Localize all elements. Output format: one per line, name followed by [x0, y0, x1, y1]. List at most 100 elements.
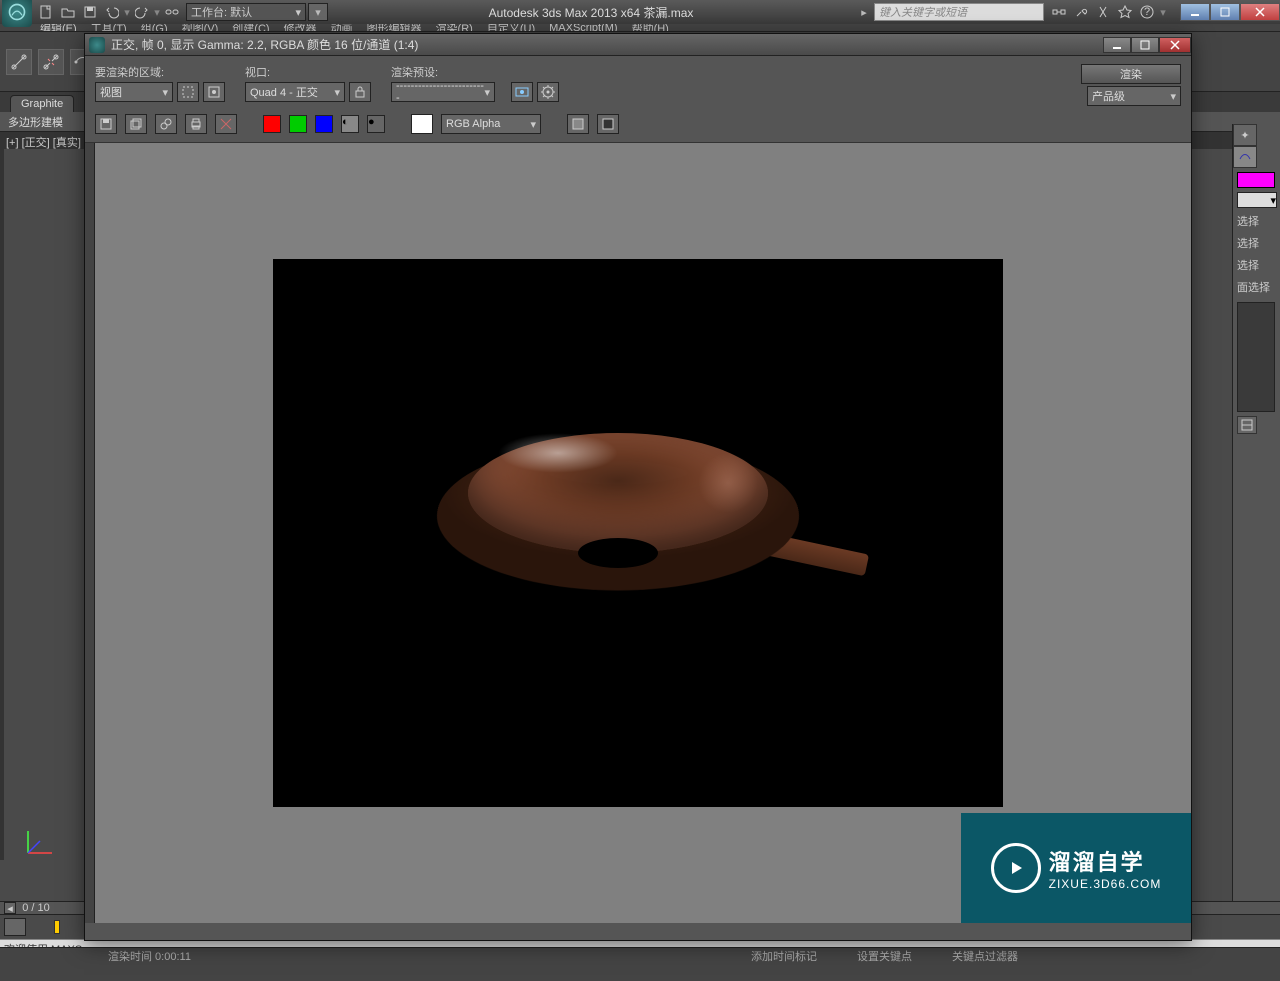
- render-area-value: 视图: [100, 84, 122, 100]
- menu-item[interactable]: 动画: [331, 24, 353, 32]
- render-button[interactable]: 渲染: [1081, 64, 1181, 84]
- set-key-label[interactable]: 设置关键点: [857, 948, 912, 964]
- select-link-icon[interactable]: [6, 49, 32, 75]
- modify-tab-icon[interactable]: [1233, 146, 1257, 168]
- menu-item[interactable]: 组(G): [141, 24, 168, 32]
- configure-sets-icon[interactable]: [1237, 416, 1257, 434]
- menu-item[interactable]: 编辑(E): [40, 24, 77, 32]
- render-area-label: 要渲染的区域:: [95, 64, 225, 80]
- workspace-dropdown[interactable]: 工作台: 默认 ▾: [186, 3, 306, 21]
- render-window-titlebar[interactable]: 正交, 帧 0, 显示 Gamma: 2.2, RGBA 颜色 16 位/通道 …: [85, 34, 1191, 56]
- render-action-group: 渲染 产品级 ▾: [1081, 64, 1181, 106]
- redo-icon[interactable]: [132, 3, 152, 21]
- new-file-icon[interactable]: [36, 3, 56, 21]
- menu-item[interactable]: MAXScript(M): [549, 24, 617, 32]
- rendered-object-funnel: [438, 423, 838, 643]
- search-go-icon[interactable]: ▸: [854, 3, 874, 21]
- menu-item[interactable]: 创建(C): [232, 24, 269, 32]
- render-area-group: 要渲染的区域: 视图 ▾: [95, 64, 225, 102]
- link-icon[interactable]: [162, 3, 182, 21]
- menu-item[interactable]: 图形编辑器: [367, 24, 422, 32]
- chevron-down-icon: ▾: [1270, 194, 1276, 207]
- favorite-icon[interactable]: [1116, 3, 1134, 21]
- render-viewport-label: 视口:: [245, 64, 371, 80]
- rw-minimize-button[interactable]: [1103, 37, 1131, 53]
- key-marker[interactable]: [54, 920, 60, 934]
- key-filter-label[interactable]: 关键点过滤器: [952, 948, 1018, 964]
- toggle-ui-icon[interactable]: [597, 114, 619, 134]
- unlink-icon[interactable]: [38, 49, 64, 75]
- slider-position: 0 / 10: [16, 902, 56, 914]
- channel-red-toggle[interactable]: [263, 115, 281, 133]
- menu-item[interactable]: 渲染(R): [436, 24, 473, 32]
- menubar: 编辑(E) 工具(T) 组(G) 视图(V) 创建(C) 修改器 动画 图形编辑…: [0, 24, 1280, 32]
- render-viewport[interactable]: 溜溜自学 ZIXUE.3D66.COM: [85, 143, 1191, 923]
- tab-graphite[interactable]: Graphite: [10, 95, 74, 112]
- render-status-strip: 渲染时间 0:00:11 添加时间标记 设置关键点 关键点过滤器: [0, 947, 1280, 963]
- save-file-icon[interactable]: [80, 3, 100, 21]
- open-file-icon[interactable]: [58, 3, 78, 21]
- app-menu-icon[interactable]: [2, 0, 32, 27]
- auto-region-icon[interactable]: [203, 82, 225, 102]
- object-color-swatch[interactable]: [1237, 172, 1275, 188]
- render-preset-dropdown[interactable]: ------------------------- ▾: [391, 82, 495, 102]
- menu-item[interactable]: 工具(T): [91, 24, 127, 32]
- help-icon[interactable]: ?: [1138, 3, 1156, 21]
- exchange-icon[interactable]: [1094, 3, 1112, 21]
- rw-maximize-button[interactable]: [1131, 37, 1159, 53]
- delete-image-icon[interactable]: [215, 114, 237, 134]
- render-toolbar-row1: 要渲染的区域: 视图 ▾ 视口: Quad 4 - 正交 ▾ 渲染预设: [85, 56, 1191, 110]
- slider-left-icon[interactable]: ◂: [4, 902, 16, 914]
- environment-icon[interactable]: [537, 82, 559, 102]
- channel-mono-toggle[interactable]: ●: [367, 115, 385, 133]
- maximize-button[interactable]: [1210, 3, 1240, 21]
- menu-item[interactable]: 视图(V): [182, 24, 219, 32]
- add-time-tag-label[interactable]: 添加时间标记: [751, 948, 817, 964]
- copy-image-icon[interactable]: [125, 114, 147, 134]
- toggle-overlay-icon[interactable]: [567, 114, 589, 134]
- workspace-extra-icon[interactable]: ▾: [308, 3, 328, 21]
- background-color-swatch[interactable]: [411, 114, 433, 134]
- clone-image-icon[interactable]: [155, 114, 177, 134]
- selection-label[interactable]: 面选择: [1233, 276, 1280, 298]
- render-area-dropdown[interactable]: 视图 ▾: [95, 82, 173, 102]
- undo-icon[interactable]: [102, 3, 122, 21]
- chevron-down-icon: ▾: [1170, 90, 1176, 103]
- minimize-button[interactable]: [1180, 3, 1210, 21]
- channel-display-dropdown[interactable]: RGB Alpha ▾: [441, 114, 541, 134]
- qat-dropdown-icon[interactable]: ▾: [124, 6, 130, 19]
- selection-label[interactable]: 选择: [1233, 232, 1280, 254]
- render-quality-dropdown[interactable]: 产品级 ▾: [1087, 86, 1181, 106]
- modifier-list-dropdown[interactable]: ▾: [1237, 192, 1277, 208]
- search-input[interactable]: 键入关键字或短语: [874, 3, 1044, 21]
- svg-text:?: ?: [1144, 6, 1150, 18]
- render-setup-icon[interactable]: [511, 82, 533, 102]
- save-image-icon[interactable]: [95, 114, 117, 134]
- render-quality-value: 产品级: [1092, 88, 1125, 104]
- trackbar-config-icon[interactable]: [4, 918, 26, 936]
- rw-close-button[interactable]: [1159, 37, 1191, 53]
- close-button[interactable]: [1240, 3, 1280, 21]
- help-dropdown-icon[interactable]: ▾: [1160, 6, 1166, 19]
- selection-label[interactable]: 选择: [1233, 254, 1280, 276]
- channel-blue-toggle[interactable]: [315, 115, 333, 133]
- channel-green-toggle[interactable]: [289, 115, 307, 133]
- render-button-label: 渲染: [1120, 66, 1142, 82]
- search-icon[interactable]: [1050, 3, 1068, 21]
- render-viewport-dropdown[interactable]: Quad 4 - 正交 ▾: [245, 82, 345, 102]
- watermark-line1: 溜溜自学: [1049, 845, 1162, 877]
- create-tab-icon[interactable]: ✦: [1233, 124, 1257, 146]
- selection-label[interactable]: 选择: [1233, 210, 1280, 232]
- channel-alpha-toggle[interactable]: ◐: [341, 115, 359, 133]
- selection-set-list[interactable]: [1237, 302, 1275, 412]
- infocenter-icons: ? ▾: [1044, 3, 1172, 21]
- lock-viewport-icon[interactable]: [349, 82, 371, 102]
- menu-item[interactable]: 自定义(U): [487, 24, 535, 32]
- menu-item[interactable]: 修改器: [284, 24, 317, 32]
- render-scrollbar-vertical[interactable]: [85, 143, 95, 923]
- qat-dropdown-icon[interactable]: ▾: [154, 6, 160, 19]
- tools-icon[interactable]: [1072, 3, 1090, 21]
- region-edit-icon[interactable]: [177, 82, 199, 102]
- menu-item[interactable]: 帮助(H): [632, 24, 669, 32]
- print-image-icon[interactable]: [185, 114, 207, 134]
